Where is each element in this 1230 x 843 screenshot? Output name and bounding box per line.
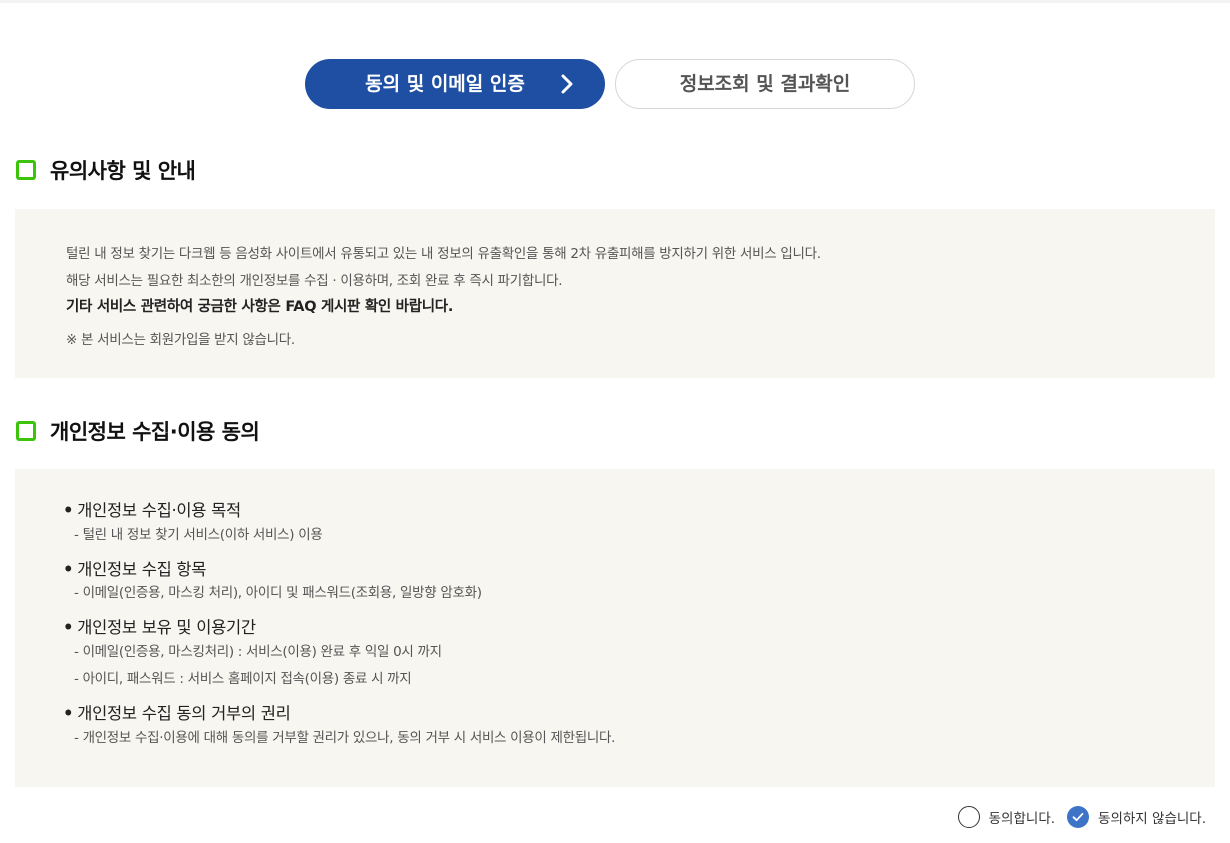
radio-checked-icon[interactable] bbox=[1067, 806, 1090, 828]
step-tab-label: 정보조회 및 결과확인 bbox=[679, 73, 851, 95]
green-square-icon bbox=[16, 160, 36, 180]
notice-section-title: 유의사항 및 안내 bbox=[50, 159, 196, 183]
check-icon bbox=[1072, 812, 1084, 822]
step-tab-lookup-result[interactable]: 정보조회 및 결과확인 bbox=[615, 59, 915, 109]
privacy-section-title: 개인정보 수집·이용 동의 bbox=[50, 420, 260, 444]
privacy-box: • 개인정보 수집·이용 목적 - 털린 내 정보 찾기 서비스(이하 서비스) … bbox=[15, 469, 1215, 787]
step-tabs: 동의 및 이메일 인증 정보조회 및 결과확인 bbox=[305, 59, 915, 109]
notice-line-faq: 기타 서비스 관련하여 궁금한 사항은 FAQ 게시판 확인 바랍니다. bbox=[66, 299, 454, 315]
green-square-icon bbox=[16, 421, 36, 441]
top-divider bbox=[0, 0, 1230, 3]
notice-section-header: 유의사항 및 안내 bbox=[16, 155, 196, 185]
consent-radio-group: 동의합니다. 동의하지 않습니다. bbox=[946, 804, 1206, 830]
notice-line: 털린 내 정보 찾기는 다크웹 등 음성화 사이트에서 유통되고 있는 내 정보… bbox=[66, 246, 821, 262]
step-tab-label: 동의 및 이메일 인증 bbox=[365, 73, 525, 95]
privacy-item-title: • 개인정보 수집 항목 bbox=[63, 560, 207, 579]
privacy-item-title: • 개인정보 보유 및 이용기간 bbox=[63, 618, 256, 637]
step-tab-agree-email[interactable]: 동의 및 이메일 인증 bbox=[305, 59, 605, 109]
privacy-section-header: 개인정보 수집·이용 동의 bbox=[16, 416, 260, 446]
privacy-item-detail: - 이메일(인증용, 마스킹 처리), 아이디 및 패스워드(조회용, 일방향 … bbox=[74, 585, 482, 601]
disagree-radio[interactable]: 동의하지 않습니다. bbox=[1067, 806, 1206, 828]
notice-line: 해당 서비스는 필요한 최소한의 개인정보를 수집 · 이용하며, 조회 완료 … bbox=[66, 273, 563, 289]
privacy-item-detail: - 아이디, 패스워드 : 서비스 홈페이지 접속(이용) 종료 시 까지 bbox=[74, 671, 412, 687]
privacy-item-title: • 개인정보 수집 동의 거부의 권리 bbox=[63, 704, 291, 723]
agree-radio[interactable]: 동의합니다. bbox=[957, 806, 1056, 828]
agree-label: 동의합니다. bbox=[988, 811, 1056, 827]
chevron-right-icon bbox=[561, 74, 573, 94]
notice-box: 털린 내 정보 찾기는 다크웹 등 음성화 사이트에서 유통되고 있는 내 정보… bbox=[15, 209, 1215, 378]
notice-line-note: ※ 본 서비스는 회원가입을 받지 않습니다. bbox=[66, 332, 295, 348]
privacy-item-detail: - 털린 내 정보 찾기 서비스(이하 서비스) 이용 bbox=[74, 527, 323, 543]
privacy-item-detail: - 이메일(인증용, 마스킹처리) : 서비스(이용) 완료 후 익일 0시 까… bbox=[74, 644, 442, 660]
privacy-item-title: • 개인정보 수집·이용 목적 bbox=[63, 501, 241, 520]
privacy-item-detail: - 개인정보 수집·이용에 대해 동의를 거부할 권리가 있으나, 동의 거부 … bbox=[74, 730, 616, 746]
radio-unchecked-icon[interactable] bbox=[957, 806, 980, 828]
disagree-label: 동의하지 않습니다. bbox=[1098, 811, 1206, 827]
